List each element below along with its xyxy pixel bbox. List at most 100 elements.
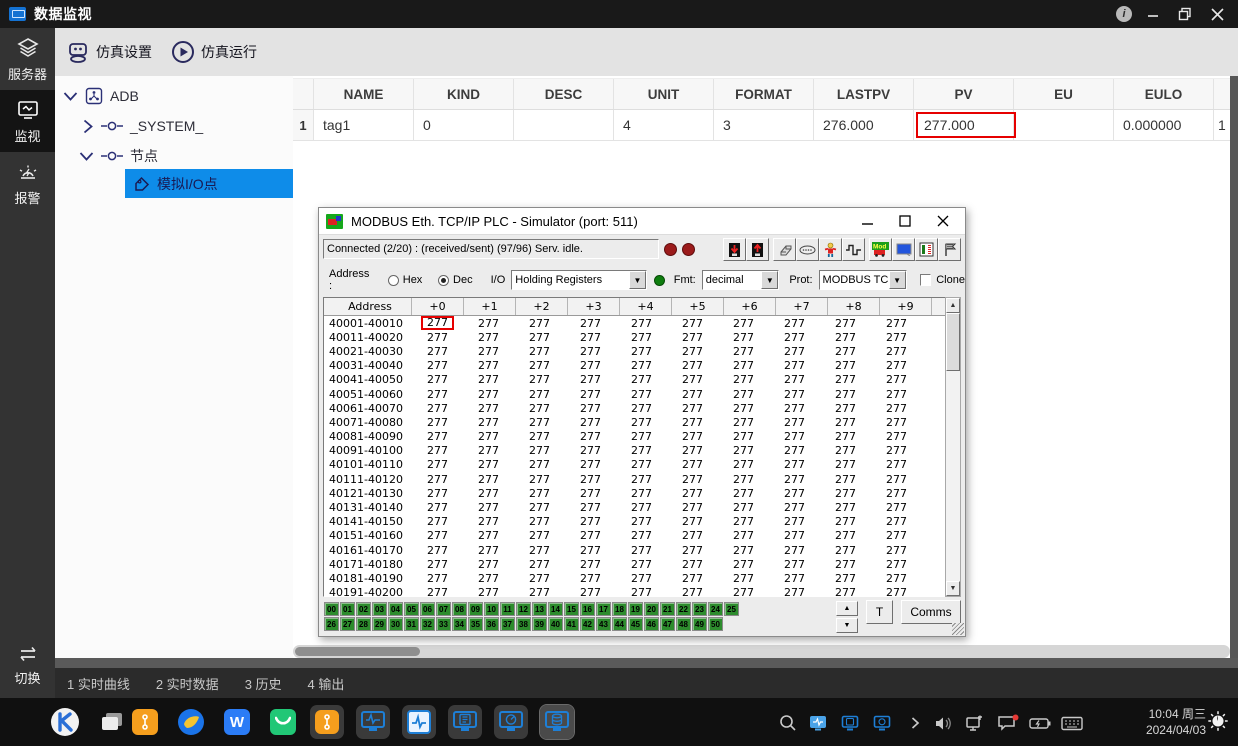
register-value[interactable]: 277 [667, 331, 718, 344]
station-led[interactable]: 47 [660, 617, 675, 631]
station-led[interactable]: 14 [548, 602, 563, 616]
register-value[interactable]: 277 [667, 501, 718, 514]
register-value[interactable]: 277 [616, 416, 667, 429]
signal-wave-button[interactable] [842, 238, 865, 261]
register-value[interactable]: 277 [769, 586, 820, 597]
station-led[interactable]: 16 [580, 602, 595, 616]
register-value[interactable]: 277 [463, 345, 514, 358]
import-button[interactable] [723, 238, 746, 261]
register-value[interactable]: 277 [463, 586, 514, 597]
register-value[interactable]: 277 [667, 416, 718, 429]
register-value[interactable]: 277 [412, 529, 463, 542]
register-value[interactable]: 277 [871, 558, 922, 571]
register-value[interactable]: 277 [463, 373, 514, 386]
hex-radio[interactable] [388, 275, 399, 286]
register-value[interactable]: 277 [514, 359, 565, 372]
station-led[interactable]: 00 [324, 602, 339, 616]
register-value[interactable]: 277 [769, 345, 820, 358]
register-value[interactable]: 277 [667, 373, 718, 386]
register-value[interactable]: 277 [667, 572, 718, 585]
register-value[interactable]: 277 [871, 572, 922, 585]
register-value[interactable]: 277 [412, 430, 463, 443]
register-value[interactable]: 277 [514, 515, 565, 528]
register-value[interactable]: 277 [514, 444, 565, 457]
register-value[interactable]: 277 [667, 317, 718, 330]
clone-label[interactable]: Clone [936, 274, 965, 286]
register-value[interactable]: 277 [463, 416, 514, 429]
station-led[interactable]: 39 [532, 617, 547, 631]
modbus-maximize-button[interactable] [897, 213, 913, 229]
register-value[interactable]: 277 [412, 345, 463, 358]
register-value[interactable]: 277 [616, 430, 667, 443]
register-value[interactable]: 277 [871, 430, 922, 443]
register-value[interactable]: 277 [769, 317, 820, 330]
register-value[interactable]: 277 [412, 458, 463, 471]
monitor-doc-app-icon[interactable] [448, 705, 482, 739]
register-value[interactable]: 277 [412, 444, 463, 457]
modbus-titlebar[interactable]: MODBUS Eth. TCP/IP PLC - Simulator (port… [319, 208, 965, 235]
station-led[interactable]: 05 [404, 602, 419, 616]
register-value[interactable]: 277 [463, 487, 514, 500]
modbus-button[interactable]: Mod [869, 238, 892, 261]
register-value[interactable]: 277 [514, 430, 565, 443]
hex-label[interactable]: Hex [403, 274, 423, 286]
station-led[interactable]: 40 [548, 617, 563, 631]
register-value[interactable]: 277 [565, 558, 616, 571]
register-value[interactable]: 277 [769, 558, 820, 571]
register-value[interactable]: 277 [412, 572, 463, 585]
register-value[interactable]: 277 [769, 444, 820, 457]
register-value[interactable]: 277 [667, 515, 718, 528]
tag-row[interactable]: 1 tag1 0 4 3 276.000 277.000 0.000000 1 [293, 110, 1231, 141]
dec-radio[interactable] [438, 275, 449, 286]
station-led[interactable]: 15 [564, 602, 579, 616]
station-led[interactable]: 20 [644, 602, 659, 616]
modbus-simulator-window[interactable]: MODBUS Eth. TCP/IP PLC - Simulator (port… [318, 207, 966, 637]
station-led[interactable]: 33 [436, 617, 451, 631]
registers-button[interactable] [915, 238, 938, 261]
register-value[interactable]: 277 [820, 345, 871, 358]
register-value[interactable]: 277 [718, 331, 769, 344]
sidebar-item-alarm[interactable]: 报警 [0, 152, 55, 214]
station-led[interactable]: 34 [452, 617, 467, 631]
orange-app-icon[interactable] [128, 705, 162, 739]
sidebar-item-monitor[interactable]: 监视 [0, 90, 55, 152]
register-value[interactable]: 277 [871, 544, 922, 557]
register-value[interactable]: 277 [871, 586, 922, 597]
column-header[interactable]: LASTPV [814, 79, 914, 109]
station-led[interactable]: 13 [532, 602, 547, 616]
register-value[interactable]: 277 [769, 458, 820, 471]
station-led[interactable]: 25 [724, 602, 739, 616]
statusbar-item[interactable]: 4 输出 [308, 674, 345, 693]
station-led[interactable]: 01 [340, 602, 355, 616]
register-value[interactable]: 277 [514, 473, 565, 486]
resize-grip[interactable] [952, 623, 964, 635]
export-button[interactable] [746, 238, 769, 261]
station-led[interactable]: 17 [596, 602, 611, 616]
scroll-down-button[interactable]: ▼ [946, 581, 960, 596]
register-value[interactable]: 277 [820, 430, 871, 443]
dropdown-arrow-icon[interactable]: ▼ [761, 271, 778, 289]
station-led[interactable]: 43 [596, 617, 611, 631]
register-value[interactable]: 277 [820, 416, 871, 429]
station-led[interactable]: 29 [372, 617, 387, 631]
station-led[interactable]: 08 [452, 602, 467, 616]
station-led[interactable]: 02 [356, 602, 371, 616]
dropdown-arrow-icon[interactable]: ▼ [889, 271, 906, 289]
register-value[interactable]: 277 [871, 487, 922, 500]
register-value[interactable]: 277 [871, 331, 922, 344]
register-value[interactable]: 277 [718, 572, 769, 585]
register-value[interactable]: 277 [616, 331, 667, 344]
register-value[interactable]: 277 [667, 345, 718, 358]
register-value[interactable]: 277 [871, 458, 922, 471]
modbus-scrollbar-thumb[interactable] [946, 313, 960, 371]
station-led[interactable]: 49 [692, 617, 707, 631]
io-select[interactable]: Holding Registers ▼ [511, 270, 647, 290]
green-app-icon[interactable] [266, 705, 300, 739]
register-value[interactable]: 277 [565, 402, 616, 415]
register-value[interactable]: 277 [616, 317, 667, 330]
register-value[interactable]: 277 [565, 444, 616, 457]
register-value[interactable]: 277 [667, 529, 718, 542]
register-value[interactable]: 277 [667, 402, 718, 415]
register-value[interactable]: 277 [871, 501, 922, 514]
register-value[interactable]: 277 [769, 416, 820, 429]
